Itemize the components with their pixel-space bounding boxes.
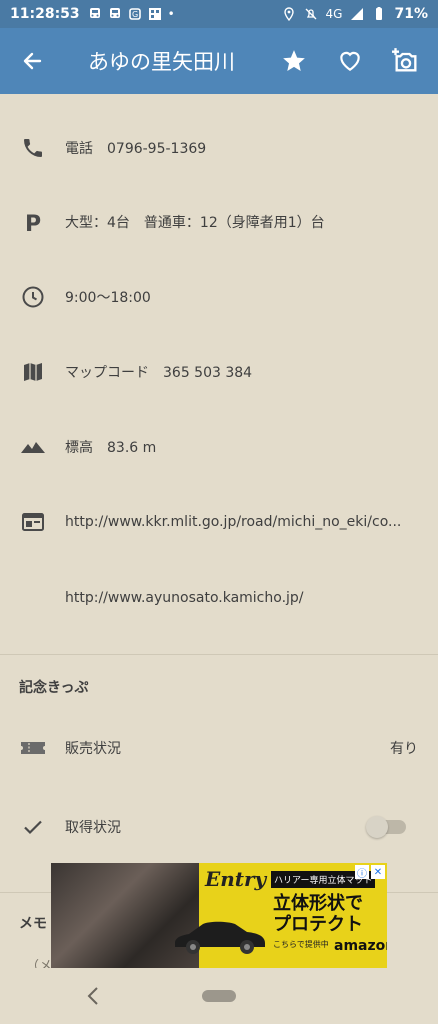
- page-title: あゆの里矢田川: [88, 50, 235, 74]
- website-link-1[interactable]: http://www.kkr.mlit.go.jp/road/michi_no_…: [65, 514, 401, 530]
- qr-notification-icon: [148, 8, 161, 20]
- mapcode-row[interactable]: マップコード 365 503 384: [0, 334, 438, 409]
- elevation-text: 標高 83.6 m: [65, 439, 157, 456]
- ad-info-icon[interactable]: ⓘ: [355, 865, 369, 880]
- status-notification-icons: G •: [88, 7, 175, 21]
- system-navigation-bar: [0, 968, 438, 1024]
- section-divider: [0, 654, 438, 655]
- sales-status-value: 有り: [390, 740, 418, 757]
- ad-small-text: こちらで提供中: [273, 940, 329, 949]
- svg-text:P: P: [25, 212, 41, 234]
- location-icon: [283, 7, 294, 21]
- web-icon: [20, 509, 46, 535]
- status-time: 11:28:53: [10, 6, 80, 22]
- memo-heading: メモ: [19, 916, 47, 932]
- svg-text:G: G: [132, 10, 138, 19]
- back-button[interactable]: [0, 28, 64, 94]
- status-bar: 11:28:53 G • 4G 71%: [0, 0, 438, 28]
- parking-row: P 大型：4台 普通車：12（身障者用1）台: [0, 184, 438, 259]
- parking-icon: P: [20, 209, 46, 235]
- ad-banner[interactable]: Entry ハリアー専用立体マット 立体形状で プロテクト こちらで提供中 am…: [51, 863, 387, 968]
- sales-status-row: 販売状況 有り: [0, 710, 438, 785]
- phone-icon: [20, 135, 46, 161]
- ad-controls: ⓘ ✕: [355, 865, 385, 880]
- clock-icon: [20, 284, 46, 310]
- sales-status-label: 販売状況: [65, 740, 121, 757]
- network-label: 4G: [325, 7, 343, 21]
- ad-close-icon[interactable]: ✕: [371, 865, 385, 879]
- website-link-2[interactable]: http://www.ayunosato.kamicho.jp/: [65, 590, 304, 606]
- check-icon: [20, 814, 46, 840]
- nav-back-button[interactable]: [82, 982, 104, 1010]
- favorite-star-button[interactable]: [280, 47, 308, 75]
- add-photo-icon: [392, 48, 417, 72]
- ad-store: amazon: [334, 938, 387, 954]
- terrain-icon: [20, 434, 46, 460]
- star-icon: [283, 50, 305, 71]
- dot-icon: •: [167, 7, 175, 21]
- parking-text: 大型：4台 普通車：12（身障者用1）台: [65, 214, 325, 231]
- hours-text: 9:00〜18:00: [65, 289, 151, 306]
- mute-icon: [305, 8, 317, 20]
- chevron-left-icon: [87, 987, 98, 1005]
- app-notification-icon: G: [128, 8, 141, 20]
- app-bar: あゆの里矢田川: [0, 28, 438, 94]
- ad-headline-line2: プロテクト: [273, 914, 363, 935]
- battery-icon: [376, 7, 383, 20]
- hours-row: 9:00〜18:00: [0, 259, 438, 334]
- battery-percent: 71%: [394, 6, 428, 22]
- map-icon: [20, 359, 46, 385]
- acquired-status-label: 取得状況: [65, 819, 121, 836]
- website-row-1[interactable]: http://www.kkr.mlit.go.jp/road/michi_no_…: [0, 484, 438, 559]
- ad-headline: 立体形状で プロテクト: [273, 893, 363, 935]
- acquired-status-row[interactable]: 取得状況: [0, 789, 438, 864]
- signal-icon: [351, 8, 364, 20]
- car-image: [175, 921, 265, 954]
- app-bar-actions: [280, 28, 420, 94]
- phone-text: 電話 0796-95-1369: [65, 140, 207, 157]
- home-pill[interactable]: [202, 990, 236, 1002]
- like-button[interactable]: [336, 47, 364, 75]
- elevation-row: 標高 83.6 m: [0, 409, 438, 484]
- train-notification-icon: [89, 8, 100, 18]
- toggle-knob: [366, 815, 388, 838]
- status-system-icons: 4G 71%: [282, 6, 428, 22]
- ticket-icon: [20, 735, 46, 761]
- acquired-toggle[interactable]: [366, 815, 406, 838]
- arrow-left-icon: [23, 52, 42, 70]
- mapcode-text: マップコード 365 503 384: [65, 364, 253, 381]
- phone-row[interactable]: 電話 0796-95-1369: [0, 110, 438, 185]
- stamp-section-heading: 記念きっぷ: [19, 680, 89, 696]
- ad-headline-line1: 立体形状で: [273, 893, 363, 914]
- heart-outline-icon: [340, 51, 360, 71]
- add-photo-button[interactable]: [392, 47, 420, 75]
- website-row-2[interactable]: http://www.ayunosato.kamicho.jp/: [0, 560, 438, 635]
- train-notification-icon: [109, 8, 120, 18]
- ad-brand: Entry: [205, 867, 267, 891]
